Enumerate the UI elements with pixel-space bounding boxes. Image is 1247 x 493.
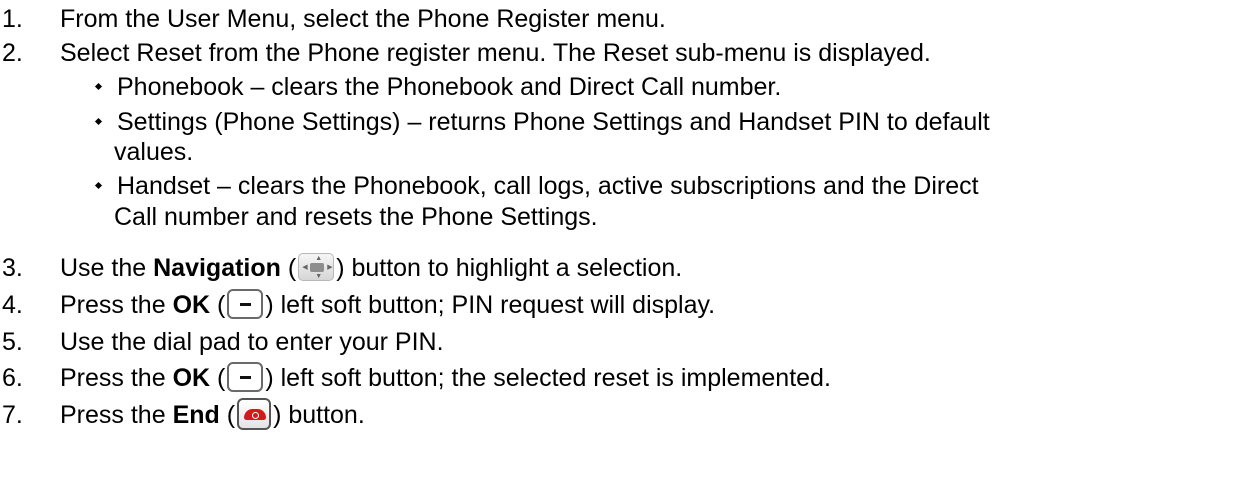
paren-open: ( bbox=[210, 291, 226, 319]
step-number: 7. bbox=[2, 401, 23, 429]
navigation-button-icon: ▲ ▼ ◀ ▶ bbox=[298, 253, 335, 282]
instruction-document: 1. From the User Menu, select the Phone R… bbox=[0, 0, 1247, 493]
step-text: From the User Menu, select the Phone Reg… bbox=[60, 5, 666, 33]
sub-item-settings: Settings (Phone Settings) – returns Phon… bbox=[117, 107, 990, 137]
sub-item-text: Settings (Phone Settings) – returns Phon… bbox=[117, 108, 990, 136]
step-text: Press the bbox=[60, 364, 173, 392]
step-text: Press the bbox=[60, 401, 173, 429]
soft-button-icon bbox=[227, 289, 264, 320]
navigation-label: Navigation bbox=[153, 254, 281, 282]
step-7: 7. Press the End ( ) button. bbox=[0, 398, 365, 432]
paren-open: ( bbox=[210, 364, 226, 392]
step-number: 1. bbox=[2, 5, 23, 33]
step-3: 3. Use the Navigation (▲ ▼ ◀ ▶) button to hi… bbox=[0, 253, 682, 283]
step-4: 4. Press the OK ( ) left soft button; PIN … bbox=[0, 289, 716, 321]
paren-open: ( bbox=[280, 254, 297, 282]
bullet-icon bbox=[94, 117, 103, 126]
sub-item-text: Call number and resets the Phone Setting… bbox=[114, 203, 598, 231]
sub-item-text: Phonebook – clears the Phonebook and Dir… bbox=[117, 73, 782, 101]
sub-item-text: values. bbox=[114, 138, 194, 166]
sub-item-settings-continued: values. bbox=[114, 137, 193, 167]
step-number: 6. bbox=[2, 364, 23, 392]
step-1: 1. From the User Menu, select the Phone R… bbox=[0, 4, 666, 34]
step-number: 2. bbox=[2, 39, 23, 67]
step-text: ) button to highlight a selection. bbox=[336, 254, 683, 282]
step-text: Press the bbox=[60, 291, 173, 319]
step-text: ) left soft button; PIN request will dis… bbox=[265, 291, 716, 319]
step-6: 6. Press the OK ( ) left soft button; the … bbox=[0, 362, 831, 394]
step-text: Use the dial pad to enter your PIN. bbox=[60, 328, 444, 356]
end-label: End bbox=[172, 401, 220, 429]
step-text: ) button. bbox=[273, 401, 365, 429]
step-number: 5. bbox=[2, 328, 23, 356]
ok-label: OK bbox=[172, 364, 211, 392]
ok-label: OK bbox=[172, 291, 211, 319]
bullet-icon bbox=[94, 181, 103, 190]
step-text: ) left soft button; the selected reset i… bbox=[265, 364, 831, 392]
paren-open: ( bbox=[219, 401, 236, 429]
soft-button-icon bbox=[227, 362, 264, 393]
sub-item-handset-continued: Call number and resets the Phone Setting… bbox=[114, 202, 598, 232]
sub-item-text: Handset – clears the Phonebook, call log… bbox=[117, 172, 979, 200]
end-call-button-icon bbox=[237, 398, 272, 431]
step-text: Use the bbox=[60, 254, 154, 282]
step-number: 4. bbox=[2, 291, 23, 319]
bullet-icon bbox=[94, 82, 103, 91]
sub-item-handset: Handset – clears the Phonebook, call log… bbox=[117, 171, 979, 201]
step-number: 3. bbox=[2, 254, 23, 282]
sub-item-phonebook: Phonebook – clears the Phonebook and Dir… bbox=[117, 72, 781, 102]
step-text: Select Reset from the Phone register men… bbox=[60, 39, 931, 67]
step-2: 2. Select Reset from the Phone register m… bbox=[0, 38, 931, 68]
step-5: 5. Use the dial pad to enter your PIN. bbox=[0, 327, 444, 357]
